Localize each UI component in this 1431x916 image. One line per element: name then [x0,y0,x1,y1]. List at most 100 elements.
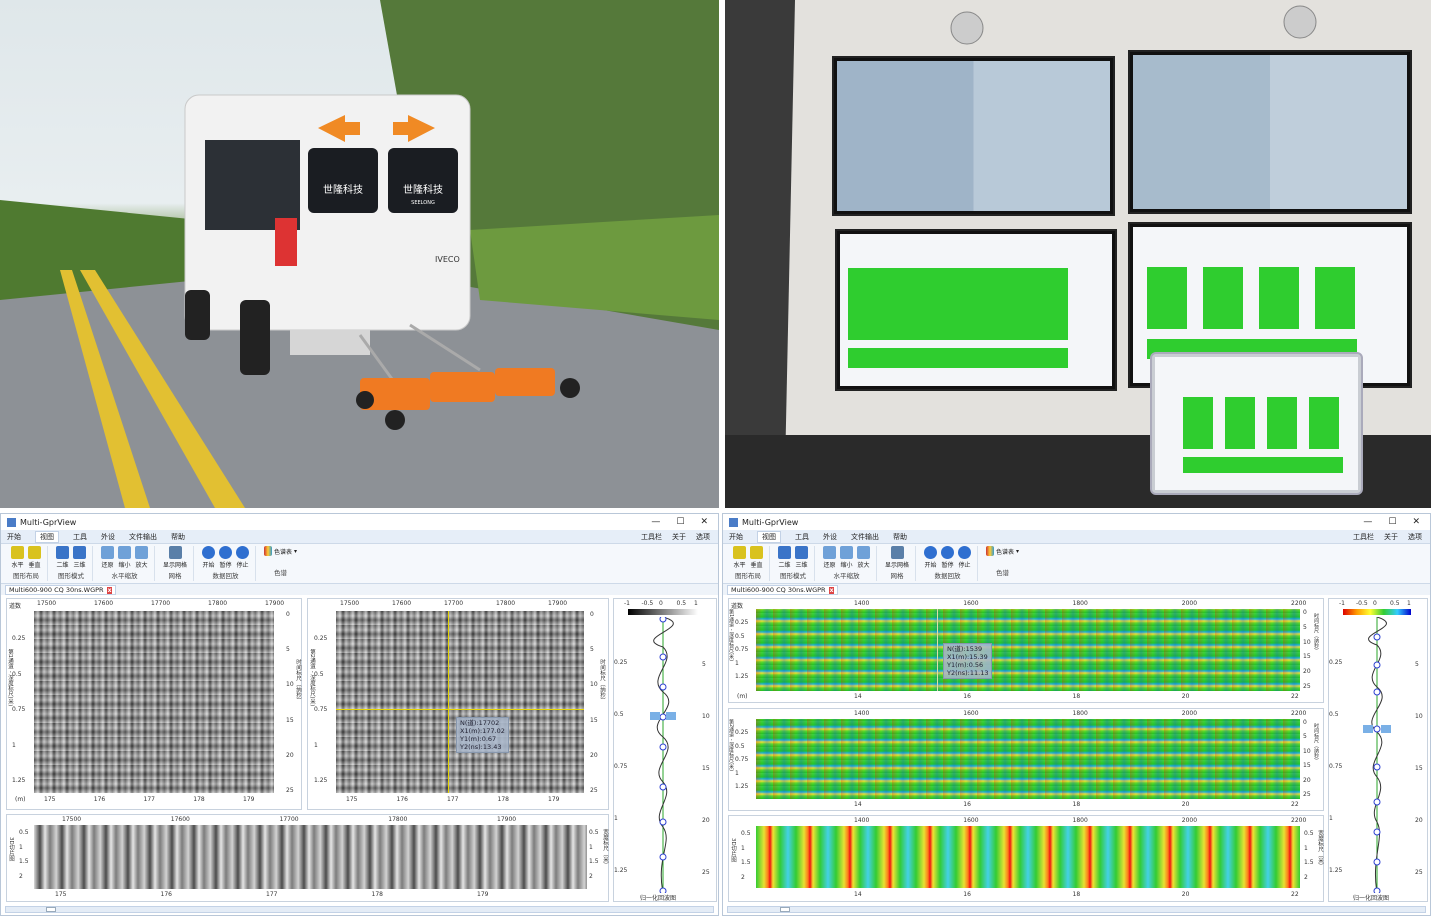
layout-vertical-button[interactable]: 垂直 [28,546,41,569]
mode-2d-button[interactable]: 二维 [56,546,69,569]
laptop [1150,352,1363,495]
channel1-panel: 道数 (m) 第1通道 - 深度标尺(米) 时间标尺（纳秒） 17500 1760… [6,598,302,810]
minimize-button[interactable]: — [651,517,660,527]
title-bar: Multi-GprView — ☐ ✕ [723,514,1430,530]
bscan-channel1[interactable] [756,609,1300,691]
close-tab-icon[interactable]: x [106,586,113,594]
tick-label: 17900 [548,600,568,607]
horizontal-scrollbar[interactable] [5,906,714,913]
van-logo-sub: SEELONG [411,200,435,206]
play-button[interactable]: 开始 [924,546,938,569]
layout-vertical-button[interactable]: 垂直 [750,546,763,569]
tick-label: 25 [702,869,710,876]
zoom-reset-button[interactable]: 还原 [101,546,114,569]
mode-3d-button[interactable]: 三维 [795,546,808,569]
corner-label: 道数 [9,603,22,610]
minimize-button[interactable]: — [1363,517,1372,527]
group-grid: 显示网格 网格 [879,546,917,581]
maximize-button[interactable]: ☐ [1388,517,1396,527]
tick-label: 1 [735,659,739,667]
menu-start[interactable]: 开始 [7,532,21,542]
zoom-out-button[interactable]: 缩小 [118,546,131,569]
options-link[interactable]: 选项 [696,532,710,542]
tick-label: 0 [1373,600,1377,607]
menu-view[interactable]: 视图 [35,530,59,543]
tick-label: 20 [1303,776,1311,784]
menu-tools[interactable]: 工具 [73,532,87,542]
2d-icon [778,546,791,559]
tick-label: 5 [590,646,594,654]
menu-view[interactable]: 视图 [757,530,781,543]
mode-2d-button[interactable]: 二维 [778,546,791,569]
group-mode: 二维 三维 图形模式 [772,546,815,581]
menu-help[interactable]: 帮助 [893,532,907,542]
close-tab-icon[interactable]: x [828,586,835,594]
show-grid-button[interactable]: 显示网格 [163,546,187,569]
pause-button[interactable]: 暂停 [941,546,955,569]
stop-button[interactable]: 停止 [958,546,972,569]
about-link[interactable]: 关于 [672,532,686,542]
mode-3d-button[interactable]: 三维 [73,546,86,569]
tick-label: 17900 [497,816,517,823]
file-tab-strip: Multi600-900 CQ 30ns.WGPR x [723,584,1430,595]
bscan-channel1[interactable] [34,611,274,793]
tick-label: 0.25 [735,619,749,626]
time-axis-label: 时间标尺（纳秒） [1313,613,1319,653]
menu-export[interactable]: 文件输出 [129,532,157,542]
scroll-thumb[interactable] [46,907,56,912]
toolbar-toggle[interactable]: 工具栏 [1353,532,1374,542]
menu-tools[interactable]: 工具 [795,532,809,542]
close-button[interactable]: ✕ [1412,517,1420,527]
tick-label: 10 [1415,713,1423,720]
scroll-thumb[interactable] [780,907,790,912]
bscan-channel2[interactable] [756,719,1300,799]
play-button[interactable]: 开始 [202,546,216,569]
channel1-panel: 道数 N(道):1539 X1(m):15.39 Y1(m):0.56 Y2(n… [728,598,1324,703]
menu-devices[interactable]: 外设 [101,532,115,542]
group-label: 数据回放 [934,572,961,580]
menu-help[interactable]: 帮助 [171,532,185,542]
slice-3d-view[interactable] [34,825,587,889]
zoom-out-button[interactable]: 缩小 [840,546,853,569]
cursor-horizontal-line [336,709,584,710]
colormap-dropdown[interactable]: 色谱表 ▾ [986,546,1019,557]
file-tab[interactable]: Multi600-900 CQ 30ns.WGPR x [727,584,839,595]
maximize-button[interactable]: ☐ [676,517,684,527]
tick-label: 0.25 [12,635,26,642]
pause-button[interactable]: 暂停 [219,546,233,569]
tick-label: 1400 [854,710,870,717]
toolbar-toggle[interactable]: 工具栏 [641,532,662,542]
options-link[interactable]: 选项 [1408,532,1422,542]
zoom-in-button[interactable]: 放大 [135,546,148,569]
group-layout: 水平 垂直 图形布局 [5,546,48,581]
group-colormap: 色谱表 ▾ 色谱 [258,546,303,581]
tick-label: 1 [694,600,698,607]
horizontal-scrollbar[interactable] [727,906,1426,913]
zoom-in-button[interactable]: 放大 [857,546,870,569]
tick-label: 15 [1303,653,1311,661]
tick-label: 176 [160,891,172,898]
bscan-channel2[interactable] [336,611,584,793]
tick-label: 175 [44,796,56,803]
cursor-readout: N(道):1539 X1(m):15.39 Y1(m):0.56 Y2(ns):… [943,643,993,679]
palette-icon [264,546,273,556]
slice-3d-view[interactable] [756,826,1300,888]
stop-button[interactable]: 停止 [236,546,250,569]
colormap-dropdown[interactable]: 色谱表 ▾ [264,546,297,557]
menu-export[interactable]: 文件输出 [851,532,879,542]
layout-horizontal-button[interactable]: 水平 [11,546,24,569]
about-link[interactable]: 关于 [1384,532,1398,542]
close-button[interactable]: ✕ [700,517,708,527]
show-grid-button[interactable]: 显示网格 [885,546,909,569]
tick-label: 1.25 [735,783,749,790]
menu-devices[interactable]: 外设 [823,532,837,542]
zoom-in-icon [857,546,870,559]
file-tab[interactable]: Multi600-900 CQ 30ns.WGPR x [5,584,117,595]
tick-label: 1400 [854,600,870,607]
waveform-panel: 归一化回波图 -1 -0.5 0 0.5 1 0.25 0.5 0.75 1 1.25 5 10 15 2… [613,598,717,902]
zoom-reset-button[interactable]: 还原 [823,546,836,569]
tick-label: 20 [1303,668,1311,676]
layout-horizontal-button[interactable]: 水平 [733,546,746,569]
menu-start[interactable]: 开始 [729,532,743,542]
tick-label: 1400 [854,817,870,824]
